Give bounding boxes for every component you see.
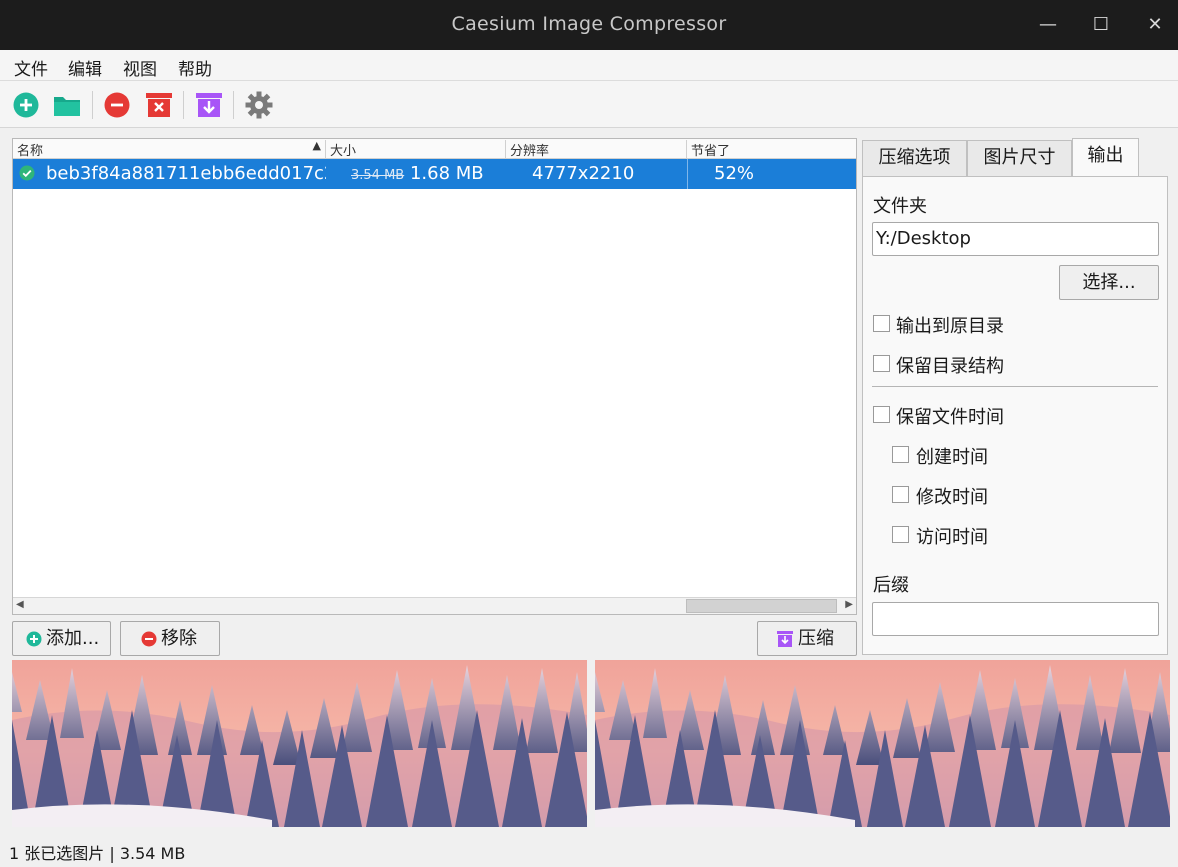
column-divider bbox=[687, 159, 688, 189]
file-size: 3.54 MB 1.68 MB bbox=[351, 163, 521, 184]
window-title: Caesium Image Compressor bbox=[451, 13, 727, 35]
scroll-left-icon[interactable]: ◀ bbox=[16, 599, 24, 610]
suffix-label: 后缀 bbox=[873, 575, 909, 596]
tab-resize[interactable]: 图片尺寸 bbox=[967, 140, 1072, 176]
file-saved: 52% bbox=[714, 163, 755, 184]
menu-bar: 文件 编辑 视图 帮助 bbox=[0, 50, 1178, 81]
browse-button[interactable]: 选择... bbox=[1059, 265, 1159, 300]
clear-icon[interactable] bbox=[145, 91, 173, 119]
add-button-label: 添加... bbox=[46, 628, 100, 649]
remove-button-label: 移除 bbox=[161, 628, 197, 649]
remove-icon bbox=[141, 631, 157, 647]
output-folder-input[interactable]: Y:/Desktop bbox=[872, 222, 1159, 256]
maximize-button[interactable]: ☐ bbox=[1086, 12, 1116, 38]
toolbar-separator bbox=[92, 91, 93, 119]
original-preview-image bbox=[12, 660, 587, 827]
remove-button[interactable]: 移除 bbox=[120, 621, 220, 656]
scroll-right-icon[interactable]: ▶ bbox=[845, 599, 853, 610]
status-text: 1 张已选图片 | 3.54 MB bbox=[9, 844, 186, 863]
column-name-label: 名称 bbox=[17, 144, 44, 159]
menu-edit[interactable]: 编辑 bbox=[68, 55, 102, 80]
created-date-label: 创建时间 bbox=[916, 447, 988, 468]
file-list[interactable]: 名称 ▲ 大小 分辨率 节省了 beb3f84a881711ebb6edd017… bbox=[12, 138, 857, 615]
table-row[interactable]: beb3f84a881711ebb6edd017c2 3.54 MB 1.68 … bbox=[13, 159, 856, 189]
table-header: 名称 ▲ 大小 分辨率 节省了 bbox=[13, 139, 856, 159]
remove-icon[interactable] bbox=[103, 91, 131, 119]
compress-button-label: 压缩 bbox=[798, 628, 834, 649]
column-name[interactable]: 名称 ▲ bbox=[13, 139, 326, 159]
keep-structure-checkbox[interactable] bbox=[873, 355, 890, 372]
original-size: 3.54 MB bbox=[351, 168, 405, 183]
modified-date-checkbox[interactable] bbox=[892, 486, 909, 503]
file-resolution: 4777x2210 bbox=[532, 163, 635, 184]
accessed-date-label: 访问时间 bbox=[916, 527, 988, 548]
compressed-preview-image bbox=[595, 660, 1170, 827]
tab-output[interactable]: 输出 bbox=[1072, 138, 1139, 177]
options-tabs: 压缩选项 图片尺寸 输出 bbox=[862, 138, 1168, 177]
column-saved[interactable]: 节省了 bbox=[687, 140, 856, 159]
settings-icon[interactable] bbox=[245, 91, 273, 119]
keep-dates-checkbox[interactable] bbox=[873, 406, 890, 423]
success-check-icon bbox=[19, 165, 35, 181]
sort-ascending-icon: ▲ bbox=[312, 139, 321, 152]
add-icon[interactable] bbox=[12, 91, 40, 119]
close-button[interactable]: ✕ bbox=[1140, 12, 1170, 38]
created-date-checkbox[interactable] bbox=[892, 446, 909, 463]
divider bbox=[872, 386, 1158, 387]
column-resolution[interactable]: 分辨率 bbox=[506, 140, 687, 159]
compressed-size: 1.68 MB bbox=[409, 163, 484, 184]
toolbar-separator bbox=[183, 91, 184, 119]
add-button[interactable]: 添加... bbox=[12, 621, 111, 656]
status-bar: 1 张已选图片 | 3.54 MB bbox=[0, 836, 1178, 867]
compress-icon bbox=[777, 631, 793, 647]
compress-icon[interactable] bbox=[195, 91, 223, 119]
toolbar-separator bbox=[233, 91, 234, 119]
file-name: beb3f84a881711ebb6edd017c2 bbox=[46, 163, 326, 184]
toolbar bbox=[0, 81, 1178, 128]
same-folder-label: 输出到原目录 bbox=[896, 316, 1004, 337]
horizontal-scrollbar[interactable]: ◀ ▶ bbox=[13, 597, 856, 614]
modified-date-label: 修改时间 bbox=[916, 487, 988, 508]
output-panel: 文件夹 Y:/Desktop 选择... 输出到原目录 保留目录结构 保留文件时… bbox=[862, 176, 1168, 655]
title-bar: Caesium Image Compressor — ☐ ✕ bbox=[0, 0, 1178, 50]
tab-compression[interactable]: 压缩选项 bbox=[862, 140, 967, 176]
column-size[interactable]: 大小 bbox=[326, 140, 506, 159]
folder-icon[interactable] bbox=[53, 91, 81, 119]
same-folder-checkbox[interactable] bbox=[873, 315, 890, 332]
menu-help[interactable]: 帮助 bbox=[178, 55, 212, 80]
menu-view[interactable]: 视图 bbox=[123, 55, 157, 80]
add-icon bbox=[26, 631, 42, 647]
scrollbar-thumb[interactable] bbox=[686, 599, 837, 613]
minimize-button[interactable]: — bbox=[1033, 12, 1063, 38]
menu-file[interactable]: 文件 bbox=[14, 55, 48, 80]
suffix-input[interactable] bbox=[872, 602, 1159, 636]
folder-label: 文件夹 bbox=[873, 196, 927, 217]
keep-dates-label: 保留文件时间 bbox=[896, 407, 1004, 428]
compress-button[interactable]: 压缩 bbox=[757, 621, 857, 656]
keep-structure-label: 保留目录结构 bbox=[896, 356, 1004, 377]
accessed-date-checkbox[interactable] bbox=[892, 526, 909, 543]
